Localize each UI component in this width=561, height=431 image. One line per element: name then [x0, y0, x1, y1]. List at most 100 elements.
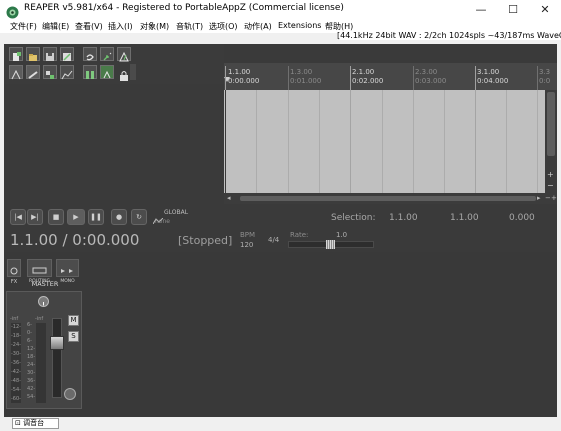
ruler-time-label: 0:04.000 — [477, 77, 509, 85]
vertical-scroll-thumb[interactable] — [547, 92, 555, 156]
selection-start[interactable]: 1.1.00 — [389, 213, 418, 223]
next-icon[interactable]: ▶| — [27, 209, 43, 225]
grid-line — [350, 90, 351, 193]
ruler-time-label: 0:01.000 — [290, 77, 322, 85]
meter-scale-label: 54- — [27, 394, 36, 400]
phase-knob-icon[interactable] — [64, 388, 76, 400]
selection-end[interactable]: 1.1.00 — [450, 213, 479, 223]
meter-left-peak[interactable]: -inf — [10, 316, 18, 322]
selection-length[interactable]: 0.000 — [509, 213, 535, 223]
menu-options[interactable]: 选项(O) — [209, 21, 238, 32]
bpm-value[interactable]: 120 — [240, 241, 253, 249]
open-project-icon[interactable] — [26, 47, 40, 61]
meter-scale-label: -24- — [11, 342, 21, 348]
meter-scale-label: -12- — [11, 324, 21, 330]
global-automation-mode[interactable]: none — [155, 218, 170, 225]
menu-file[interactable]: 文件(F) — [10, 21, 37, 32]
audio-status[interactable]: [44.1kHz 24bit WAV : 2/2ch 1024spls ~43/… — [337, 31, 561, 40]
zoom-h-in-icon[interactable]: + — [551, 194, 557, 202]
scroll-right-icon[interactable]: ▸ — [537, 194, 541, 202]
save-icon[interactable] — [43, 47, 57, 61]
pan-knob-indicator-icon — [38, 296, 49, 307]
grid-line — [382, 90, 383, 193]
reaper-logo-icon — [6, 4, 19, 19]
grid-line — [506, 90, 507, 193]
ruler-line — [537, 66, 538, 90]
volume-fader-thumb[interactable] — [50, 336, 64, 350]
lock-mode-icon[interactable] — [100, 65, 114, 79]
grid-line — [537, 90, 538, 193]
pause-icon[interactable]: ❚❚ — [88, 209, 104, 225]
redo-icon[interactable] — [100, 47, 114, 61]
lock-settings-handle[interactable] — [130, 64, 136, 80]
menu-insert[interactable]: 插入(I) — [108, 21, 133, 32]
metronome-icon[interactable] — [117, 47, 131, 62]
menu-actions[interactable]: 动作(A) — [244, 21, 272, 32]
record-icon[interactable]: ● — [111, 209, 127, 225]
auto-crossfade-icon[interactable] — [43, 65, 57, 79]
project-settings-icon[interactable] — [60, 47, 74, 61]
meter-right-peak[interactable]: -inf — [35, 316, 43, 322]
repeat-icon[interactable]: ↻ — [131, 209, 147, 225]
ruler-line — [350, 66, 351, 90]
time-signature[interactable]: 4/4 — [268, 236, 279, 244]
volume-fader-track[interactable] — [52, 318, 62, 398]
menu-track[interactable]: 音轨(T) — [176, 21, 203, 32]
track-control-panel[interactable] — [4, 84, 224, 202]
bpm-label: BPM — [240, 231, 256, 239]
meter-scale-label: -18- — [11, 333, 21, 339]
grouping-icon[interactable] — [83, 65, 97, 79]
routing-button[interactable]: ROUTING — [27, 259, 52, 284]
lock-icon[interactable] — [119, 67, 129, 81]
mixer-tab-icon: ⊡ — [15, 419, 21, 427]
meter-scale-label: 30- — [27, 370, 36, 376]
automation-icon[interactable] — [152, 209, 164, 225]
rate-label: Rate: — [290, 231, 309, 239]
selection-label: Selection: — [331, 213, 376, 223]
ruler-line — [475, 66, 476, 90]
zoom-out-icon[interactable]: − — [547, 181, 554, 190]
scroll-left-icon[interactable]: ◂ — [227, 194, 231, 202]
snap-grid-icon[interactable] — [9, 65, 23, 80]
mixer-panel[interactable] — [4, 252, 557, 417]
ruler-bar-label: 1.3.00 — [290, 68, 313, 76]
menu-item[interactable]: 对象(M) — [140, 21, 169, 32]
rate-value[interactable]: 1.0 — [336, 231, 347, 239]
menu-edit[interactable]: 编辑(E) — [42, 21, 69, 32]
menu-extensions[interactable]: Extensions — [278, 21, 321, 30]
ruler-time-label: 0:0 — [539, 77, 551, 85]
ruler-bar-label: 2.1.00 — [352, 68, 375, 76]
meter-right — [36, 323, 46, 403]
mute-button[interactable]: M — [68, 315, 79, 326]
mono-button[interactable]: MONO — [56, 259, 79, 284]
maximize-button[interactable]: ☐ — [498, 0, 528, 20]
ruler-bar-label: 2.3.00 — [415, 68, 438, 76]
master-fx-button[interactable]: FX — [7, 259, 21, 285]
ruler-time-label: 0:00.000 — [228, 77, 260, 85]
ripple-edit-icon[interactable] — [26, 65, 40, 79]
solo-button[interactable]: S — [68, 331, 79, 342]
prev-icon[interactable]: |◀ — [10, 209, 26, 225]
envelope-icon[interactable] — [60, 65, 74, 80]
grid-line — [319, 90, 320, 193]
ruler-bar-label: 3.3 — [539, 68, 551, 76]
rate-slider-thumb[interactable] — [326, 240, 335, 249]
position-display[interactable]: 1.1.00 / 0:00.000 — [10, 231, 139, 249]
meter-scale-label: -54- — [11, 387, 21, 393]
mixer-tab[interactable]: ⊡ 调音台 — [12, 418, 59, 429]
ruler-line — [413, 66, 414, 90]
new-project-icon[interactable] — [9, 47, 23, 61]
horizontal-scroll-thumb[interactable] — [240, 196, 536, 201]
global-automation-label[interactable]: GLOBAL — [164, 209, 188, 216]
arrange-view[interactable] — [224, 90, 545, 193]
undo-icon[interactable] — [83, 47, 97, 61]
meter-scale-label: 18- — [27, 354, 36, 360]
stop-icon[interactable]: ■ — [48, 209, 64, 225]
play-icon[interactable]: ▶ — [67, 209, 85, 225]
close-button[interactable]: ✕ — [530, 0, 560, 20]
zoom-h-out-icon[interactable]: − — [545, 194, 551, 202]
menu-view[interactable]: 查看(V) — [75, 21, 103, 32]
meter-scale-label: -30- — [11, 351, 21, 357]
zoom-in-icon[interactable]: + — [547, 170, 554, 179]
minimize-button[interactable]: — — [466, 0, 496, 20]
